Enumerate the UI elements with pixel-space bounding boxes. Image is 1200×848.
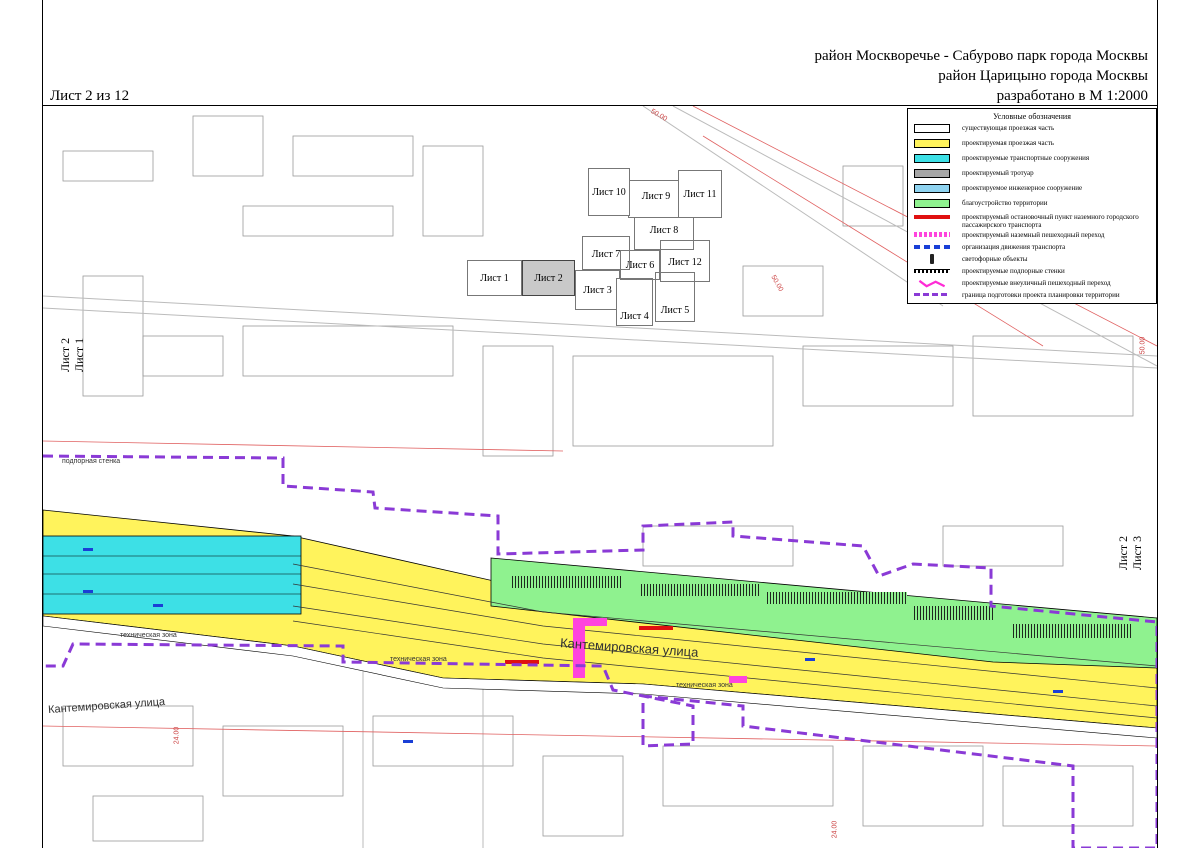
legend-item-sidewalk: проектируемый тротуар: [914, 168, 1154, 180]
gray-box-icon: [914, 169, 950, 178]
title-district-2: район Царицыно города Москвы: [938, 68, 1148, 84]
side-label-right: Лист 2: [1116, 535, 1130, 570]
sheet-3-link[interactable]: Лист 3: [575, 270, 620, 310]
legend-item-crossing: проектируемый наземный пешеходный перехо…: [914, 230, 1154, 242]
side-label-left-2: Лист 1: [72, 337, 86, 372]
sheet-number: Лист 2 из 12: [50, 88, 130, 104]
red-bar-icon: [914, 215, 950, 219]
underpass-icon: [918, 279, 946, 288]
sheet-7-link[interactable]: Лист 7: [582, 236, 630, 270]
road-value-4: 24.00: [173, 726, 181, 745]
legend-title: Условные обозначения: [993, 112, 1071, 121]
legend-item-existing-road: существующая проезжая часть: [914, 123, 1154, 135]
legend-item-landscaping: благоустройство территории: [914, 198, 1154, 210]
sheet-1-link[interactable]: Лист 1: [467, 260, 522, 296]
tech-zone-label-3: техническая зона: [676, 682, 733, 689]
green-box-icon: [914, 199, 950, 208]
legend: Условные обозначения существующая проезж…: [907, 108, 1157, 304]
traffic-arrows-icon: [914, 245, 950, 249]
sheet-12-link[interactable]: Лист 12: [660, 240, 710, 282]
legend-item-retaining-walls: проектируемые подпорные стенки: [914, 266, 1154, 278]
legend-item-traffic: организация движения транспорта: [914, 242, 1154, 254]
legend-item-traffic-lights: светофорные объекты: [914, 254, 1154, 266]
side-label-right-2: Лист 3: [1130, 535, 1144, 570]
sheet-4-link[interactable]: Лист 4: [616, 278, 653, 326]
tech-zone-label-2: техническая зона: [390, 656, 447, 663]
side-label-left: Лист 2: [58, 337, 72, 372]
transport-structure: [43, 535, 302, 615]
legend-item-bus-stop: проектируемый остановочный пункт наземно…: [914, 212, 1154, 230]
traffic-light-icon: [930, 254, 934, 264]
legend-item-transport-structures: проектируемые транспортные сооружения: [914, 153, 1154, 165]
legend-item-boundary: граница подготовки проекта планировки те…: [914, 290, 1154, 302]
tech-zone-label-1: техническая зона: [120, 632, 177, 639]
crossing-icon: [914, 232, 950, 237]
dashed-boundary-icon: [914, 293, 950, 296]
road-value-3: 50.00: [1139, 336, 1147, 355]
sheet-2-current[interactable]: Лист 2: [522, 260, 575, 296]
retaining-wall-icon: [914, 269, 950, 273]
sheet-10-link[interactable]: Лист 10: [588, 168, 630, 216]
title-scale: разработано в М 1:2000: [996, 88, 1148, 104]
retaining-wall-label: подпорная стенка: [62, 458, 121, 465]
legend-item-engineering: проектируемое инженерное сооружение: [914, 183, 1154, 195]
cyan-box-icon: [914, 154, 950, 163]
legend-item-projected-road: проектируемая проезжая часть: [914, 138, 1154, 150]
sheet-9-link[interactable]: Лист 9: [628, 180, 684, 218]
sheet-11-link[interactable]: Лист 11: [678, 170, 722, 218]
yellow-box-icon: [914, 139, 950, 148]
outline-box-icon: [914, 124, 950, 133]
road-value-5: 24.00: [831, 820, 839, 839]
title-district-1: район Москворечье - Сабурово парк города…: [814, 48, 1148, 64]
legend-item-underpass: проектируемые внеуличный пешеходный пере…: [914, 278, 1154, 290]
lightblue-box-icon: [914, 184, 950, 193]
